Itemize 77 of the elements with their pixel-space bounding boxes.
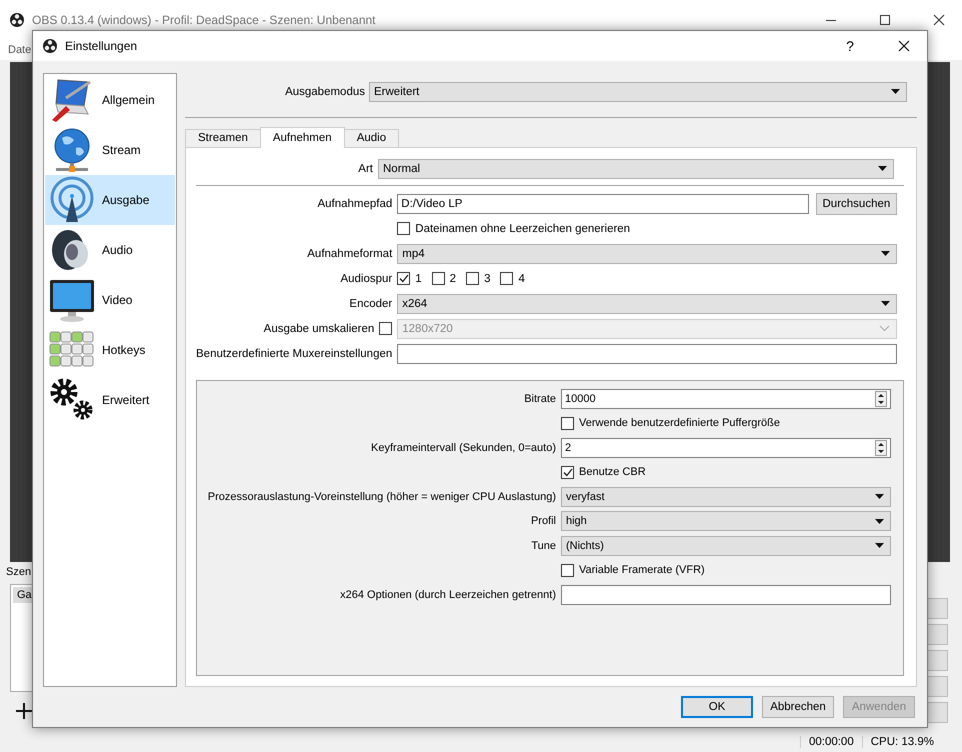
dropdown[interactable]: veryfast: [561, 486, 891, 507]
field-label: Bitrate: [524, 392, 556, 405]
close-icon: [933, 14, 945, 26]
sidebar-item[interactable]: Erweitert: [45, 375, 175, 425]
dropdown[interactable]: (Nichts): [561, 536, 891, 556]
window-title: OBS 0.13.4 (windows) - Profil: DeadSpace - Szenen: Unbenannt: [32, 13, 377, 27]
field-label: Keyframeintervall (Sekunden, 0=auto): [371, 442, 556, 454]
checkbox[interactable]: Dateinamen ohne Leerzeichen generieren: [397, 218, 630, 239]
number-field[interactable]: 2: [561, 438, 891, 458]
caret-icon: [875, 543, 884, 548]
dropdown[interactable]: mp4: [397, 244, 898, 264]
field-label: Encoder: [349, 298, 392, 310]
text-field[interactable]: [397, 344, 898, 364]
chevron-icon: [879, 325, 890, 332]
text-field[interactable]: [561, 584, 891, 605]
sidebar-item[interactable]: Audio: [45, 225, 175, 275]
toolbar-button[interactable]: [926, 650, 948, 671]
maximize-icon: [880, 15, 890, 25]
dropdown[interactable]: high: [561, 511, 891, 532]
sidebar-item[interactable]: Allgemein: [45, 75, 175, 125]
tab[interactable]: Streamen: [185, 128, 261, 148]
checkbox[interactable]: Variable Framerate (VFR): [561, 560, 705, 580]
dialog-title: Einstellungen: [65, 39, 138, 53]
plus-icon: [16, 703, 32, 719]
dialog-button[interactable]: Abbrechen: [762, 696, 834, 718]
toolbar-button[interactable]: [926, 624, 948, 645]
field-label: Tune: [531, 540, 556, 552]
field-label: Profil: [530, 515, 556, 528]
caret-icon: [881, 251, 890, 256]
browse-button[interactable]: Durchsuchen: [816, 192, 898, 215]
close-icon: [898, 40, 910, 52]
spin-arrows-icon: [875, 440, 887, 456]
field-label: Ausgabemodus: [285, 86, 365, 98]
status-text: 00:00:00: [800, 736, 862, 748]
sidebar-item[interactable]: Hotkeys: [45, 325, 175, 375]
status-text: CPU: 13.9%: [862, 736, 942, 748]
section-label: Szen: [6, 566, 32, 578]
sidebar-item[interactable]: Stream: [45, 125, 175, 175]
dropdown[interactable]: Normal: [378, 158, 894, 179]
field-label: Audiospur: [340, 272, 392, 285]
check-icon: [398, 274, 409, 284]
help-button[interactable]: ?: [827, 32, 873, 60]
caret-icon: [891, 89, 900, 94]
dropdown[interactable]: x264: [397, 294, 898, 314]
field-label: Aufnahmepfad: [317, 198, 392, 210]
toolbar-button[interactable]: [926, 598, 948, 619]
antenna-icon: [48, 176, 96, 224]
tab[interactable]: Aufnehmen: [260, 126, 345, 148]
caret-icon: [875, 494, 884, 500]
field-label: Benutzerdefinierte Muxereinstellungen: [196, 348, 392, 360]
number-field[interactable]: 10000: [561, 388, 891, 409]
dropdown[interactable]: Erweitert: [369, 82, 907, 102]
toolbar-button[interactable]: [926, 702, 948, 723]
path-field[interactable]: D:/Video LP: [397, 194, 808, 214]
menu-item[interactable]: Date: [8, 44, 32, 56]
dialog-button[interactable]: OK: [681, 696, 753, 718]
checkbox[interactable]: 4: [500, 268, 525, 289]
caret-icon: [875, 518, 884, 524]
tab[interactable]: Audio: [344, 128, 400, 148]
check-icon: [562, 468, 572, 477]
checkbox[interactable]: 2: [432, 268, 456, 289]
caret-icon: [881, 301, 890, 306]
checkbox[interactable]: 1: [397, 268, 422, 289]
app-logo-icon: [43, 39, 57, 53]
field-label: x264 Optionen (durch Leerzeichen getrennt): [340, 588, 556, 601]
sidebar-item[interactable]: Video: [45, 275, 175, 325]
field-label: Art: [358, 162, 373, 175]
app-logo-icon: [10, 13, 24, 27]
checkbox[interactable]: Benutze CBR: [561, 462, 646, 482]
spin-arrows-icon: [875, 390, 887, 407]
checkbox[interactable]: Verwende benutzerdefinierte Puffergröße: [561, 413, 780, 434]
checkbox[interactable]: 3: [466, 268, 490, 289]
caret-icon: [878, 166, 887, 172]
toolbar-button[interactable]: [926, 676, 948, 697]
field-label: Prozessorauslastung-Voreinstellung (höher = weniger CPU Auslastung): [208, 490, 556, 503]
field-label: Aufnahmeformat: [307, 248, 392, 260]
sidebar-item[interactable]: Ausgabe: [45, 175, 175, 225]
